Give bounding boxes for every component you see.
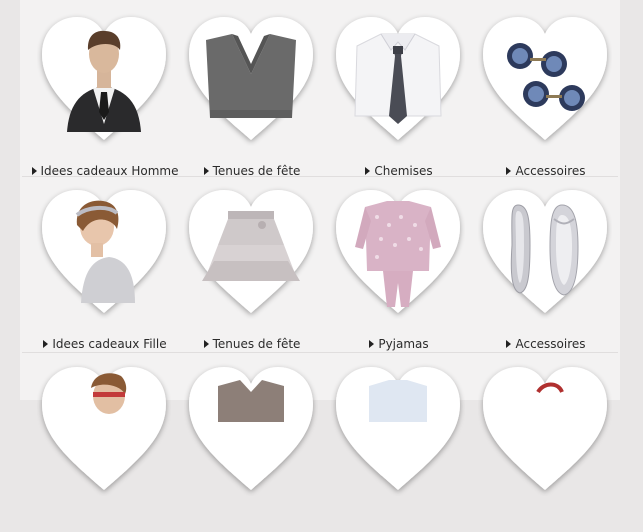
cufflinks-image[interactable]	[478, 12, 612, 146]
category-link-shirts[interactable]: Chemises	[324, 164, 474, 178]
category-card-row3-2[interactable]	[177, 362, 327, 532]
pink-pyjamas-image[interactable]	[331, 185, 465, 319]
category-link-pyjamas[interactable]: Pyjamas	[324, 337, 474, 351]
category-link-girls-party[interactable]: Tenues de fête	[177, 337, 327, 351]
grey-tiered-skirt-image[interactable]	[184, 185, 318, 319]
silver-ballet-shoes-image[interactable]	[478, 185, 612, 319]
category-card-girls-accessories[interactable]: Accessoires	[471, 185, 621, 355]
arrow-right-icon	[365, 167, 371, 175]
category-card-men-party[interactable]: Tenues de fête	[177, 12, 327, 182]
arrow-right-icon	[203, 167, 209, 175]
category-card-pyjamas[interactable]: Pyjamas	[324, 185, 474, 355]
arrow-right-icon	[203, 340, 209, 348]
cardigan-image[interactable]	[184, 362, 318, 496]
category-link-men-party[interactable]: Tenues de fête	[177, 164, 327, 178]
category-card-men[interactable]: Idees cadeaux Homme	[30, 12, 180, 182]
arrow-right-icon	[506, 340, 512, 348]
category-card-shirts[interactable]: Chemises	[324, 12, 474, 182]
category-link-men-accessories[interactable]: Accessoires	[471, 164, 621, 178]
man-in-suit-image[interactable]	[37, 12, 171, 146]
boy-portrait-image[interactable]	[37, 362, 171, 496]
girl-headband-image[interactable]	[37, 185, 171, 319]
arrow-right-icon	[369, 340, 375, 348]
category-card-men-accessories[interactable]: Accessoires	[471, 12, 621, 182]
category-card-boys[interactable]	[30, 362, 180, 532]
category-card-row3-4[interactable]	[471, 362, 621, 532]
arrow-right-icon	[43, 340, 49, 348]
category-card-girls-party[interactable]: Tenues de fête	[177, 185, 327, 355]
white-shirt-tie-image[interactable]	[331, 12, 465, 146]
category-link-girls-accessories[interactable]: Accessoires	[471, 337, 621, 351]
category-card-girls[interactable]: Idees cadeaux Fille	[30, 185, 180, 355]
category-card-row3-3[interactable]	[324, 362, 474, 532]
arrow-right-icon	[506, 167, 512, 175]
arrow-right-icon	[31, 167, 37, 175]
category-link-girls[interactable]: Idees cadeaux Fille	[30, 337, 180, 351]
category-link-men[interactable]: Idees cadeaux Homme	[30, 164, 180, 178]
accessory-image[interactable]	[478, 362, 612, 496]
grey-vneck-sweater-image[interactable]	[184, 12, 318, 146]
blue-shirt-image[interactable]	[331, 362, 465, 496]
